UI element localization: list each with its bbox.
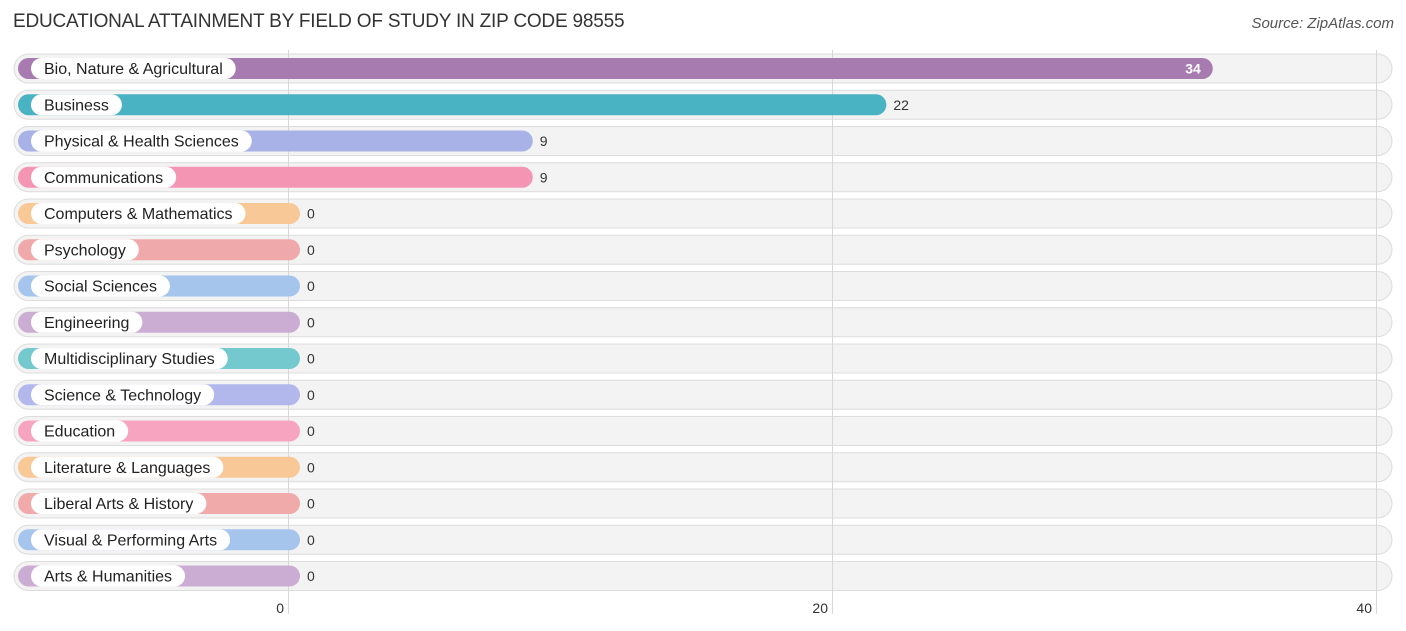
bar-label: Engineering: [44, 315, 129, 332]
bar-value: 0: [307, 568, 315, 584]
bar-label: Arts & Humanities: [44, 569, 172, 586]
bar-label: Literature & Languages: [44, 460, 210, 477]
bar-label: Business: [44, 97, 109, 114]
bar-label: Multidisciplinary Studies: [44, 351, 215, 368]
bar-label: Psychology: [44, 242, 126, 259]
x-tick-label: 40: [1356, 600, 1372, 616]
bar-label: Science & Technology: [44, 387, 201, 404]
bar-value: 0: [307, 387, 315, 403]
bar-label: Bio, Nature & Agricultural: [44, 61, 223, 78]
bar-value: 0: [307, 242, 315, 258]
x-axis-ticks: 0 20 40: [276, 600, 1372, 616]
bar-value: 22: [893, 97, 909, 113]
bar-value: 34: [1185, 61, 1201, 77]
bar-label: Education: [44, 424, 115, 441]
bar-label: Social Sciences: [44, 279, 157, 296]
bar-value: 0: [307, 496, 315, 512]
bar-label: Visual & Performing Arts: [44, 532, 217, 549]
bar-value: 9: [540, 169, 548, 185]
bar-label: Communications: [44, 170, 163, 187]
bar-value: 0: [307, 532, 315, 548]
x-tick-label: 0: [276, 600, 284, 616]
bar-value: 0: [307, 278, 315, 294]
bar-chart: Bio, Nature & Agricultural 34 Business 22 Ph…: [13, 50, 1393, 616]
bar-label: Liberal Arts & History: [44, 496, 193, 513]
x-tick-label: 20: [812, 600, 828, 616]
bar-value: 9: [540, 133, 548, 149]
bar-label: Physical & Health Sciences: [44, 134, 239, 151]
bar-label: Computers & Mathematics: [44, 206, 233, 223]
bar-value: 0: [307, 459, 315, 475]
bar-value: 0: [307, 314, 315, 330]
bar: [18, 94, 887, 116]
bar-value: 0: [307, 423, 315, 439]
bar-value: 0: [307, 206, 315, 222]
bar-value: 0: [307, 351, 315, 367]
